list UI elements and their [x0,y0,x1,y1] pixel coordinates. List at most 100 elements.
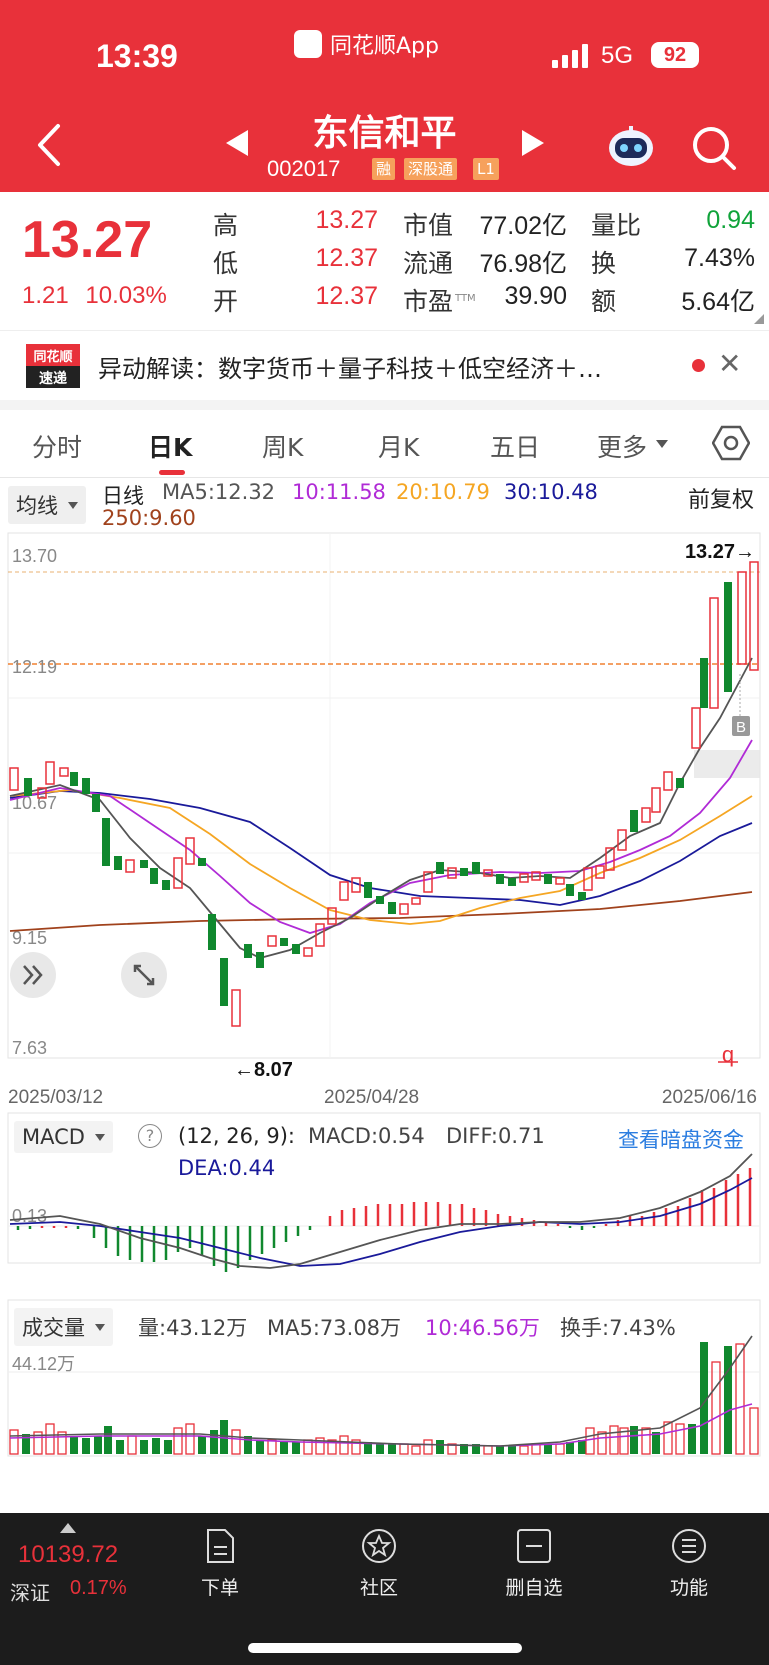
news-logo-icon: 同花顺 速递 [26,344,80,388]
status-time: 13:39 [96,38,178,74]
order-button[interactable]: 下单 [170,1527,270,1600]
chevron-down-icon [95,1323,105,1331]
close-icon[interactable]: ✕ [718,347,741,380]
community-button[interactable]: 社区 [329,1527,429,1600]
volume-y-label: 44.12万 [12,1354,75,1374]
stat-value-amount: 5.64亿 [681,288,755,316]
remove-watchlist-label: 删自选 [505,1577,563,1599]
macd-histogram [16,1168,752,1272]
y-label-2: 12.19 [12,657,57,677]
community-label: 社区 [359,1577,398,1599]
ma30-line [9,790,753,906]
tag-connect: 深股通 [404,158,458,180]
macd-dropdown[interactable]: MACD [14,1121,113,1153]
app-header: 13:39 同花顺App 5G 92 东信和平 002017 融 深股通 L1 [0,0,769,192]
remove-watchlist-button[interactable]: 删自选 [484,1527,584,1600]
stat-label-mktcap: 市值 [403,211,454,240]
turnover-value: 换手:7.43% [560,1316,676,1340]
macd-dropdown-label: MACD [22,1125,85,1149]
last-price: 13.27 [22,211,153,269]
expand-corner-icon[interactable] [754,314,764,324]
caret-up-icon [60,1523,76,1533]
stat-label-high: 高 [213,211,239,240]
chevron-down-icon[interactable] [656,440,668,448]
functions-label: 功能 [669,1577,708,1599]
tab-timeshare[interactable]: 分时 [32,428,82,464]
active-tab-indicator [159,470,185,475]
news-banner[interactable]: 同花顺 速递 异动解读：数字货币＋量子科技＋低空经济＋… ✕ [0,330,769,400]
home-indicator[interactable] [248,1643,522,1653]
index-name: 深证 [10,1581,50,1605]
date-mid: 2025/04/28 [324,1087,419,1108]
stat-value-turnover: 7.43% [684,244,755,272]
dea-value: DEA:0.44 [178,1156,276,1180]
help-icon[interactable]: ? [138,1124,162,1148]
news-text: 异动解读：数字货币＋量子科技＋低空经济＋… [98,355,602,383]
order-label: 下单 [200,1577,239,1599]
volume-bars [9,1342,759,1455]
volume-dropdown[interactable]: 成交量 [14,1308,113,1346]
app-indicator[interactable]: 同花顺App [294,28,439,60]
chart-area: 均线 日线 MA5:12.32 10:11.58 20:10.79 30:10.… [0,478,769,1513]
collapse-panel-button[interactable] [10,952,56,998]
volume-ma10: 10:46.56万 [425,1316,540,1340]
quote-panel: 13.27 1.21 10.03% 高 13.27 低 12.37 开 12.3… [0,192,769,327]
period-tabs: 分时 日K 周K 月K 五日 更多 [0,410,769,478]
low-price-label: ←8.07 [234,1059,293,1081]
macd-params: (12, 26, 9): [178,1124,295,1148]
stat-value-mktcap: 77.02亿 [479,212,567,240]
y-label-bottom: 7.63 [12,1038,47,1058]
battery-icon: 92 [651,42,699,68]
tab-weekly-k[interactable]: 周K [262,428,303,464]
news-logo-top: 同花顺 [33,349,72,365]
volume-ma5: MA5:73.08万 [267,1316,402,1340]
dea-line [9,1177,753,1267]
assistant-robot-icon[interactable] [605,124,657,170]
next-stock-icon[interactable] [522,130,544,156]
high-price-label: 13.27→ [685,541,755,563]
stat-label-low: 低 [213,249,239,278]
bottom-toolbar: 10139.72 深证 0.17% 下单 社区 删自选 功能 [0,1513,769,1665]
dark-pool-link[interactable]: 查看暗盘资金 [618,1124,744,1154]
signal-icon [552,44,588,68]
corner-mark: q [722,1042,734,1067]
tab-daily-k[interactable]: 日K [148,428,192,464]
stat-value-low: 12.37 [315,244,378,272]
functions-button[interactable]: 功能 [639,1527,739,1600]
tag-level: L1 [473,158,499,180]
tag-margin: 融 [372,158,396,180]
change-value: 1.21 [22,282,69,309]
index-value[interactable]: 10139.72 [18,1541,118,1569]
minus-square-icon [517,1529,551,1563]
macd-value: MACD:0.54 [308,1124,425,1148]
stock-code: 002017 [267,156,341,181]
change-percent: 10.03% [85,282,167,309]
unread-dot [692,359,705,372]
stat-value-volratio: 0.94 [706,206,755,234]
stat-label-open: 开 [213,287,239,316]
stat-value-open: 12.37 [315,282,378,310]
date-end: 2025/06/16 [662,1087,757,1108]
fullscreen-button[interactable] [121,952,167,998]
tab-more[interactable]: 更多 [597,428,647,464]
stat-label-pe: 市盈 TTM [403,282,476,318]
network-label: 5G [601,42,634,69]
kline-chart[interactable]: 13.70 12.19 10.67 9.15 7.63 B 13.27→ ←8.… [0,478,769,1513]
chevron-down-icon [94,1133,105,1141]
divider [0,400,769,410]
price-highlight-band [694,750,760,778]
stat-label-amount: 额 [591,287,617,316]
stat-value-high: 13.27 [315,206,378,234]
tab-monthly-k[interactable]: 月K [378,428,419,464]
expand-icon [133,964,155,986]
volume-value: 量:43.12万 [138,1316,248,1340]
app-label: 同花顺App [330,34,439,59]
vol-ma5-line [9,1335,753,1447]
index-percent: 0.17% [70,1577,127,1599]
gear-icon[interactable] [712,424,750,462]
diff-line [9,1153,753,1269]
search-icon[interactable] [690,124,738,172]
tab-five-day[interactable]: 五日 [490,428,540,464]
stat-value-float: 76.98亿 [479,250,567,278]
pe-label: 市盈 [403,287,454,316]
